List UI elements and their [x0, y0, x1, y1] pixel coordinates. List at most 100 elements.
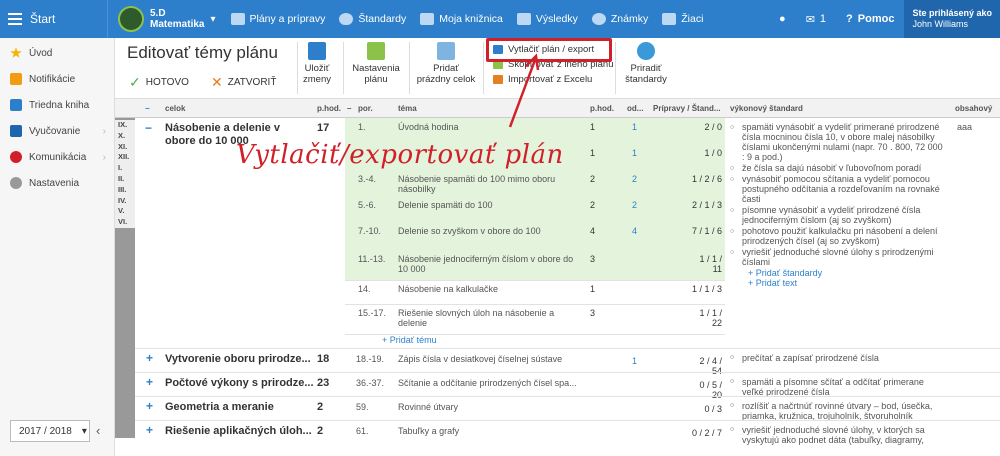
topic-title[interactable]: Násobenie na kalkulačke [398, 284, 578, 294]
nav-plany[interactable]: Plány a prípravy [224, 0, 333, 38]
topic-hours: 1 [590, 284, 596, 294]
user-menu[interactable]: Ste prihlásený ako John Williams [904, 0, 1000, 38]
topic-hours: 3 [590, 254, 596, 264]
col-por[interactable]: por. [358, 104, 373, 113]
unit-title[interactable]: Vytvorenie oboru prirodze... [165, 353, 311, 365]
nav-kniznica[interactable]: Moja knižnica [413, 0, 510, 38]
topic-from[interactable]: 4 [632, 226, 637, 236]
topic-from[interactable]: 2 [632, 200, 637, 210]
col-phod[interactable]: p.hod. [317, 104, 341, 113]
nav-standardy[interactable]: Štandardy [332, 0, 413, 38]
topic-preparations[interactable]: 1 / 1 / 11 [690, 254, 722, 274]
topic-preparations[interactable]: 1 / 1 / 3 [690, 284, 722, 294]
unit-title[interactable]: Geometria a meranie [165, 401, 274, 413]
start-label: Štart [30, 12, 56, 26]
sidebar-item-uvod[interactable]: Úvod [0, 40, 114, 66]
topic-title[interactable]: Rovinné útvary [398, 402, 578, 412]
nav-label: Výsledky [535, 13, 578, 25]
topic-from[interactable]: 1 [632, 122, 637, 132]
col-obsahovy[interactable]: obsahový [955, 104, 992, 113]
expand-unit-icon[interactable]: + [146, 351, 153, 365]
standard-item: že čísla sa dajú násobiť v ľubovoľnom po… [730, 163, 944, 174]
sidebar-item-vyucovanie[interactable]: Vyučovanie › [0, 118, 114, 144]
standard-item: písomne vynásobiť a vydeliť prirodzené č… [730, 205, 944, 225]
grade-icon [591, 13, 606, 25]
col-vykonovy[interactable]: výkonový štandard [730, 104, 803, 113]
unit-title[interactable]: Riešenie aplikačných úloh... [165, 425, 312, 437]
topic-preparations[interactable]: 1 / 0 [690, 148, 722, 158]
topic-preparations[interactable]: 2 / 1 / 3 [690, 200, 722, 210]
sidebar: Úvod Notifikácie Triedna kniha Vyučovani… [0, 38, 115, 456]
expand-unit-icon[interactable]: + [146, 399, 153, 413]
class-avatar [118, 6, 144, 32]
topic-title[interactable]: Delenie so zvyškom v obore do 100 [398, 226, 578, 236]
standard-item: vyriešiť jednoduché slovné úlohy, v ktor… [742, 425, 925, 445]
topic-hours: 4 [590, 226, 596, 236]
topic-preparations[interactable]: 1 / 1 / 22 [690, 308, 722, 328]
close-button[interactable]: ✕ ZATVORIŤ [211, 74, 276, 91]
plan-settings-button[interactable]: Nastavenia plánu [349, 42, 403, 85]
bullet-icon: ○ [730, 402, 735, 409]
topic-from[interactable]: 1 [632, 356, 637, 366]
topic-title[interactable]: Násobenie jednociferným číslom v obore d… [398, 254, 578, 274]
add-text-link[interactable]: + Pridať text [730, 278, 944, 288]
topic-preparations[interactable]: 2 / 4 / 54 [690, 356, 722, 376]
nav-vysledky[interactable]: Výsledky [510, 0, 585, 38]
start-menu-button[interactable]: Štart [0, 0, 108, 38]
floppy-icon [308, 42, 326, 60]
topic-title[interactable]: Zápis čísla v desiatkovej číselnej sústa… [398, 354, 578, 364]
topic-from[interactable]: 2 [632, 174, 637, 184]
topic-title[interactable]: Tabuľky a grafy [398, 426, 578, 436]
chevron-down-icon: ▾ [210, 13, 216, 25]
topic-title[interactable]: Sčítanie a odčítanie prirodzených čísel … [398, 378, 578, 388]
topic-preparations[interactable]: 0 / 3 [690, 404, 722, 414]
col-od[interactable]: od... [627, 104, 643, 113]
topic-title[interactable]: Násobenie spamäti do 100 mimo oboru náso… [398, 174, 578, 194]
col-tema[interactable]: téma [398, 104, 417, 113]
topic-title[interactable]: Úvodná hodina [398, 122, 578, 132]
topic-preparations[interactable]: 0 / 2 / 7 [690, 428, 722, 438]
col-phod2[interactable]: p.hod. [590, 104, 614, 113]
collapse-sidebar-icon[interactable]: ‹ [96, 423, 100, 438]
save-button[interactable]: Uložiť zmeny [303, 42, 331, 85]
topic-title[interactable]: Riešenie slovných úloh na násobenie a de… [398, 308, 578, 328]
bar-chart-icon [516, 13, 531, 25]
close-icon: ✕ [211, 74, 223, 90]
login-label: Ste prihlásený ako [912, 8, 992, 18]
topic-preparations[interactable]: 2 / 0 [690, 122, 722, 132]
topic-order: 61. [356, 426, 369, 436]
school-year-select[interactable]: 2017 / 2018 ▾ [10, 420, 90, 442]
topic-preparations[interactable]: 7 / 1 / 6 [690, 226, 722, 236]
sidebar-item-komunikacia[interactable]: Komunikácia › [0, 144, 114, 170]
annotation-text: Vytlačiť/exportovať plán [236, 140, 564, 170]
standard-item: pohotovo použiť kalkulačku pri násobení … [730, 226, 944, 246]
row-divider [135, 372, 1000, 373]
chat-button[interactable]: ● [769, 0, 796, 38]
collapse-unit-icon[interactable]: − [145, 121, 152, 135]
col-pripravy[interactable]: Prípravy / Štand... [653, 104, 721, 113]
envelope-icon [10, 73, 22, 85]
topic-order: 3.-4. [358, 174, 377, 184]
topic-preparations[interactable]: 1 / 2 / 6 [690, 174, 722, 184]
topic-preparations[interactable]: 0 / 5 / 20 [690, 380, 722, 400]
topic-from[interactable]: 1 [632, 148, 637, 158]
nav-ziaci[interactable]: Žiaci [655, 0, 710, 38]
messages-button[interactable]: ✉ 1 [796, 0, 836, 38]
class-selector[interactable]: 5.D Matematika ▾ [108, 0, 224, 38]
done-button[interactable]: ✓ HOTOVO [129, 74, 189, 91]
collapse-all-icon[interactable]: − [145, 104, 150, 113]
add-topic-link[interactable]: + Pridať tému [382, 335, 437, 345]
topic-title[interactable]: Delenie spamäti do 100 [398, 200, 578, 210]
assign-standards-button[interactable]: Priradiť štandardy [621, 42, 671, 85]
help-button[interactable]: ? Pomoc [836, 0, 904, 38]
sidebar-item-notifikacie[interactable]: Notifikácie [0, 66, 114, 92]
col-celok[interactable]: celok [165, 104, 185, 113]
sidebar-item-nastavenia[interactable]: Nastavenia [0, 170, 114, 196]
nav-znamky[interactable]: Známky [585, 0, 655, 38]
expand-unit-icon[interactable]: + [146, 375, 153, 389]
unit-title[interactable]: Počtové výkony s prirodze... [165, 377, 314, 389]
expand-unit-icon[interactable]: + [146, 423, 153, 437]
add-empty-unit-button[interactable]: Pridať prázdny celok [415, 42, 477, 85]
add-standard-link[interactable]: + Pridať štandardy [730, 268, 944, 278]
sidebar-item-triedna-kniha[interactable]: Triedna kniha [0, 92, 114, 118]
